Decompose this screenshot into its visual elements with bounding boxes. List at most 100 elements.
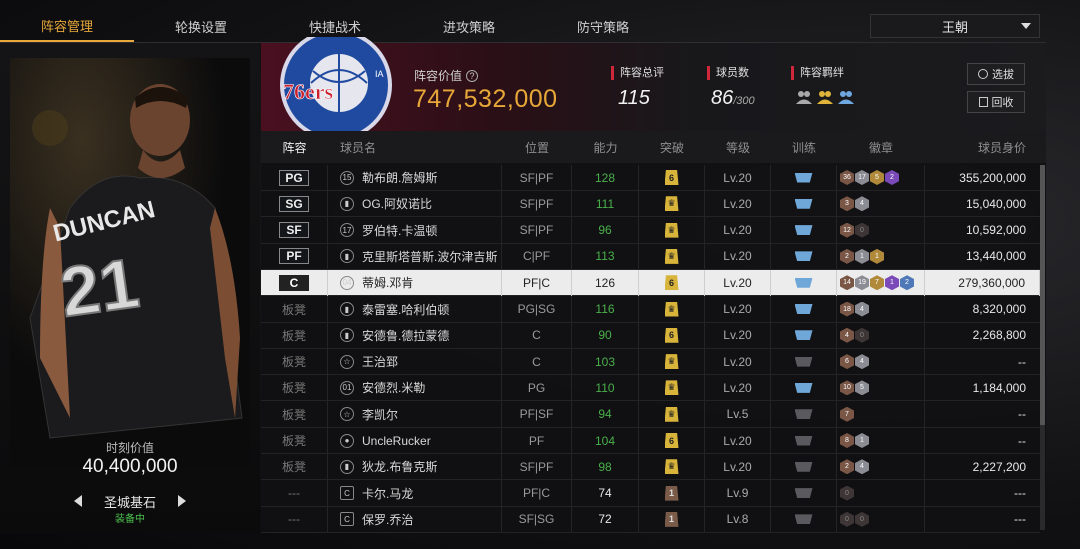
training-icon <box>794 277 813 288</box>
table-row[interactable]: 板凳 ☆ 王治郅 C 103 ♛ Lv.20 6 4 -- <box>261 348 1040 376</box>
next-card-arrow-icon[interactable] <box>178 495 186 507</box>
player-name-cell: ▮ OG.阿奴诺比 <box>328 190 502 217</box>
player-ability: 90 <box>572 322 639 349</box>
player-name: 狄龙.布鲁克斯 <box>362 460 438 475</box>
player-ability: 116 <box>572 296 639 322</box>
header-badges[interactable]: 徽章 <box>837 134 925 160</box>
player-ability: 98 <box>572 453 639 480</box>
table-row[interactable]: 板凳 ▮ 安德鲁.德拉蒙德 C 90 6 Lv.20 4 0 2,268,800 <box>261 322 1040 349</box>
bond-group-icon-3 <box>838 91 854 104</box>
training-cell <box>771 453 837 480</box>
player-count-label: 球员数 <box>707 66 749 80</box>
player-level: Lv.5 <box>705 401 771 428</box>
table-row[interactable]: SG ▮ OG.阿奴诺比 SF|PF 111 ♛ Lv.20 3 4 15,040,000 <box>261 190 1040 218</box>
table-scrollbar[interactable] <box>1040 165 1045 530</box>
chevron-down-icon <box>1021 23 1031 29</box>
breakthrough-icon: ♛ <box>664 301 679 317</box>
table-row[interactable]: C 04 蒂姆.邓肯 PF|C 126 6 Lv.20 14 19 7 1 2 279,360,000 <box>261 269 1040 297</box>
team-logo-icon: 76ers IA <box>280 37 392 133</box>
breakthrough-cell: ♛ <box>639 217 705 244</box>
breakthrough-cell: ♛ <box>639 348 705 375</box>
roster-table: 阵容 球员名 位置 能力 突破 等级 训练 徽章 球员身价 PG 15 勒布朗.詹姆… <box>261 131 1046 533</box>
header-player-name[interactable]: 球员名 <box>328 134 502 160</box>
header-lineup[interactable]: 阵容 <box>261 134 328 160</box>
header-breakthrough[interactable]: 突破 <box>639 134 705 160</box>
table-row[interactable]: 板凳 ● UncleRucker PF 104 6 Lv.20 8 1 -- <box>261 427 1040 454</box>
team-dropdown[interactable]: 王朝 <box>870 14 1040 38</box>
player-tier-icon: 15 <box>340 170 354 185</box>
lineup-slot: 板凳 <box>281 381 306 396</box>
player-level: Lv.20 <box>705 296 771 322</box>
lineup-slot: 板凳 <box>281 434 306 448</box>
lineup-slot-cell: 板凳 <box>261 296 328 322</box>
player-position: SF|PF <box>502 217 572 244</box>
player-level: Lv.20 <box>705 243 771 270</box>
table-row[interactable]: 板凳 ▮ 泰雷塞.哈利伯顿 PG|SG 116 ♛ Lv.20 18 4 8,320,000 <box>261 296 1040 323</box>
table-row[interactable]: 板凳 01 安德烈.米勒 PG 110 ♛ Lv.20 10 5 1,184,000 <box>261 374 1040 402</box>
header-ability[interactable]: 能力 <box>572 134 639 160</box>
badge-count: 4 <box>855 196 869 212</box>
team-dropdown-value: 王朝 <box>941 19 968 35</box>
badges-cell: 81 <box>837 427 925 454</box>
equipped-status: 装备中 <box>115 514 145 525</box>
training-icon <box>794 488 813 499</box>
scrollbar-thumb[interactable] <box>1040 165 1045 425</box>
breakthrough-icon: 6 <box>664 275 679 291</box>
player-name-cell: ● UncleRucker <box>328 427 502 454</box>
card-switcher: 圣城基石 <box>0 491 260 511</box>
training-cell <box>771 217 837 244</box>
table-header: 阵容 球员名 位置 能力 突破 等级 训练 徽章 球员身价 <box>261 131 1046 163</box>
player-ability: 94 <box>572 401 639 428</box>
svg-text:21: 21 <box>56 244 144 332</box>
header-player-value[interactable]: 球员身价 <box>925 134 1040 160</box>
player-name: 克里斯塔普斯.波尔津吉斯 <box>362 249 498 264</box>
header-training[interactable]: 训练 <box>771 134 837 160</box>
player-ability: 111 <box>572 190 639 217</box>
tab-rotation[interactable]: 轮换设置 <box>134 10 268 42</box>
breakthrough-cell: ♛ <box>639 190 705 217</box>
table-row[interactable]: PG 15 勒布朗.詹姆斯 SF|PF 128 6 Lv.20 36 17 5 2 355,200,0… <box>261 164 1040 191</box>
player-level: Lv.9 <box>705 480 771 507</box>
breakthrough-icon: ♛ <box>664 406 679 422</box>
badge-count: 19 <box>855 275 869 291</box>
badge-count: 4 <box>855 459 869 475</box>
breakthrough-icon: 1 <box>664 511 679 527</box>
breakthrough-icon: ♛ <box>664 380 679 396</box>
lineup-slot: 板凳 <box>281 460 306 475</box>
badge-count: 4 <box>855 354 869 370</box>
table-row[interactable]: SF 17 罗伯特.卡温顿 SF|PF 96 ♛ Lv.20 12 0 10,592,000 <box>261 217 1040 244</box>
player-name: UncleRucker <box>362 433 431 448</box>
badge-count: 2 <box>840 459 854 475</box>
table-row[interactable]: --- C 保罗.乔治 SF|SG 72 1 Lv.8 0 0 --- <box>261 506 1040 533</box>
table-row[interactable]: 板凳 ▮ 狄龙.布鲁克斯 SF|PF 98 ♛ Lv.20 2 4 2,227,200 <box>261 453 1040 481</box>
badge-count: 0 <box>855 327 869 343</box>
help-icon[interactable]: ? <box>466 69 479 82</box>
badges-cell: 10 5 <box>837 374 925 401</box>
badges-cell: 0 <box>837 480 925 507</box>
player-tier-icon: ▮ <box>340 249 354 264</box>
tab-defense[interactable]: 防守策略 <box>536 10 670 42</box>
badge-count: 1 <box>855 433 869 448</box>
select-button[interactable]: 选拔 <box>967 63 1025 85</box>
moment-value-label: 时刻价值 <box>105 441 154 455</box>
prev-card-arrow-icon[interactable] <box>73 495 82 507</box>
player-position: PG <box>502 374 572 401</box>
tab-lineup[interactable]: 阵容管理 <box>0 10 134 42</box>
player-tier-icon: C <box>340 512 354 527</box>
header-position[interactable]: 位置 <box>502 134 572 160</box>
breakthrough-cell: 1 <box>639 506 705 533</box>
player-level: Lv.20 <box>705 453 771 480</box>
badges-cell: 36 17 5 2 <box>837 164 925 191</box>
player-tier-icon: 17 <box>340 223 354 238</box>
table-row[interactable]: PF ▮ 克里斯塔普斯.波尔津吉斯 C|PF 113 ♛ Lv.20 2 1 1 13,440,00… <box>261 243 1040 270</box>
table-row[interactable]: 板凳 ☆ 李凯尔 PF|SF 94 ♛ Lv.5 7 -- <box>261 401 1040 428</box>
table-row[interactable]: --- C 卡尔.马龙 PF|C 74 1 Lv.9 0 --- <box>261 480 1040 507</box>
bond-icons[interactable] <box>795 89 855 105</box>
header-level[interactable]: 等级 <box>705 134 771 160</box>
lineup-bond-label: 阵容羁绊 <box>791 66 844 80</box>
breakthrough-cell: 6 <box>639 269 705 296</box>
player-ability: 74 <box>572 480 639 507</box>
recycle-button[interactable]: 回收 <box>967 91 1025 113</box>
tab-offense[interactable]: 进攻策略 <box>402 10 536 42</box>
moment-value: 40,400,000 <box>82 456 178 477</box>
